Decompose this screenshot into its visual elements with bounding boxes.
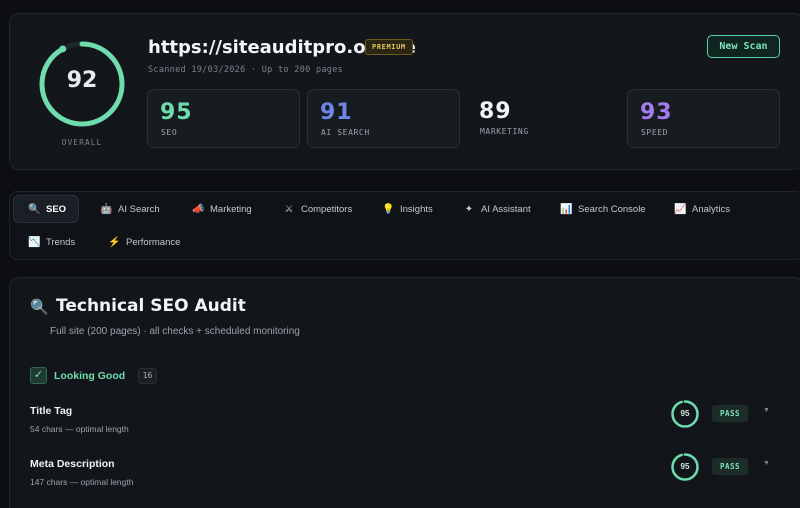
tab-label: Insights: [400, 203, 433, 215]
tab-label: SEO: [46, 203, 67, 215]
score-label: SPEED: [641, 128, 669, 137]
new-scan-button[interactable]: New Scan: [707, 35, 780, 58]
report-tabs: 🔍 SEO 🤖 AI Search 📣 Marketing ⚔ Competit…: [9, 191, 800, 260]
check-score: 95: [680, 462, 690, 471]
score-value: 89: [479, 99, 512, 124]
tab-performance[interactable]: ⚡ Performance: [108, 228, 180, 256]
trend-down-icon: 📉: [28, 236, 41, 248]
check-detail: 147 chars — optimal length: [30, 477, 134, 487]
chevron-down-icon[interactable]: ▼: [763, 407, 770, 414]
sparkle-icon: ✦: [464, 203, 474, 215]
tab-label: Trends: [46, 236, 76, 248]
check-score: 95: [680, 409, 690, 418]
tab-ai-search[interactable]: 🤖 AI Search: [100, 195, 160, 223]
check-title: Meta Description: [30, 458, 115, 470]
tab-ai-assistant[interactable]: ✦ AI Assistant: [463, 195, 531, 223]
check-score-ring: 95: [670, 452, 700, 482]
tab-seo[interactable]: 🔍 SEO: [13, 195, 80, 223]
score-card-speed[interactable]: 93 SPEED: [627, 89, 780, 148]
tab-trends[interactable]: 📉 Trends: [28, 228, 75, 256]
swords-icon: ⚔: [284, 203, 294, 215]
check-detail: 54 chars — optimal length: [30, 424, 129, 434]
tab-label: AI Assistant: [481, 203, 531, 215]
score-card-ai-search[interactable]: 91 AI SEARCH: [307, 89, 460, 148]
tab-marketing[interactable]: 📣 Marketing: [192, 195, 252, 223]
tab-search-console[interactable]: 📊 Search Console: [560, 195, 646, 223]
panel-subtitle: Full site (200 pages) · all checks + sch…: [50, 326, 300, 337]
group-label[interactable]: Looking Good: [54, 370, 125, 382]
group-count-badge: 16: [138, 368, 157, 384]
score-value: 93: [640, 100, 673, 125]
panel-title: Technical SEO Audit: [56, 296, 246, 316]
magnifier-icon: 🔍: [30, 299, 49, 316]
tab-label: Marketing: [210, 203, 252, 215]
score-card-marketing[interactable]: 89 MARKETING: [467, 89, 620, 148]
site-summary-card: 92 OVERALL https://siteauditpro.online P…: [9, 13, 800, 170]
score-label: SEO: [161, 128, 178, 137]
audit-check-row[interactable]: Meta Description 147 chars — optimal len…: [30, 453, 790, 502]
score-value: 91: [320, 100, 353, 125]
chevron-down-icon[interactable]: ▼: [763, 460, 770, 467]
tab-label: Competitors: [301, 203, 353, 215]
check-title: Title Tag: [30, 405, 73, 417]
looking-good-toggle[interactable]: ✓: [30, 367, 47, 384]
megaphone-icon: 📣: [192, 203, 205, 215]
plan-badge: PREMIUM: [365, 39, 413, 55]
score-label: AI SEARCH: [321, 128, 370, 137]
audit-check-row[interactable]: Title Tag 54 chars — optimal length 95 P…: [30, 400, 790, 449]
tab-competitors[interactable]: ⚔ Competitors: [283, 195, 353, 223]
robot-icon: 🤖: [100, 203, 113, 215]
status-badge: PASS: [712, 458, 748, 475]
score-value: 95: [160, 100, 193, 125]
scan-meta: Scanned 19/03/2026 · Up to 200 pages: [148, 65, 344, 75]
trend-up-icon: 📈: [674, 203, 687, 215]
magnifier-icon: 🔍: [28, 203, 41, 215]
tab-insights[interactable]: 💡 Insights: [382, 195, 433, 223]
lightning-icon: ⚡: [108, 236, 121, 248]
technical-seo-audit-panel: 🔍 Technical SEO Audit Full site (200 pag…: [9, 277, 800, 508]
overall-score-value: 92: [66, 68, 98, 93]
score-card-seo[interactable]: 95 SEO: [147, 89, 300, 148]
overall-score-gauge: 92: [36, 38, 128, 130]
check-score-ring: 95: [670, 399, 700, 429]
lightbulb-icon: 💡: [382, 203, 395, 215]
tab-label: Search Console: [578, 203, 646, 215]
tab-label: AI Search: [118, 203, 160, 215]
tab-label: Analytics: [692, 203, 731, 215]
score-label: MARKETING: [480, 127, 529, 136]
overall-score-label: OVERALL: [61, 138, 103, 147]
tab-analytics[interactable]: 📈 Analytics: [674, 195, 730, 223]
tab-label: Performance: [126, 236, 181, 248]
bar-chart-icon: 📊: [560, 203, 573, 215]
status-badge: PASS: [712, 405, 748, 422]
